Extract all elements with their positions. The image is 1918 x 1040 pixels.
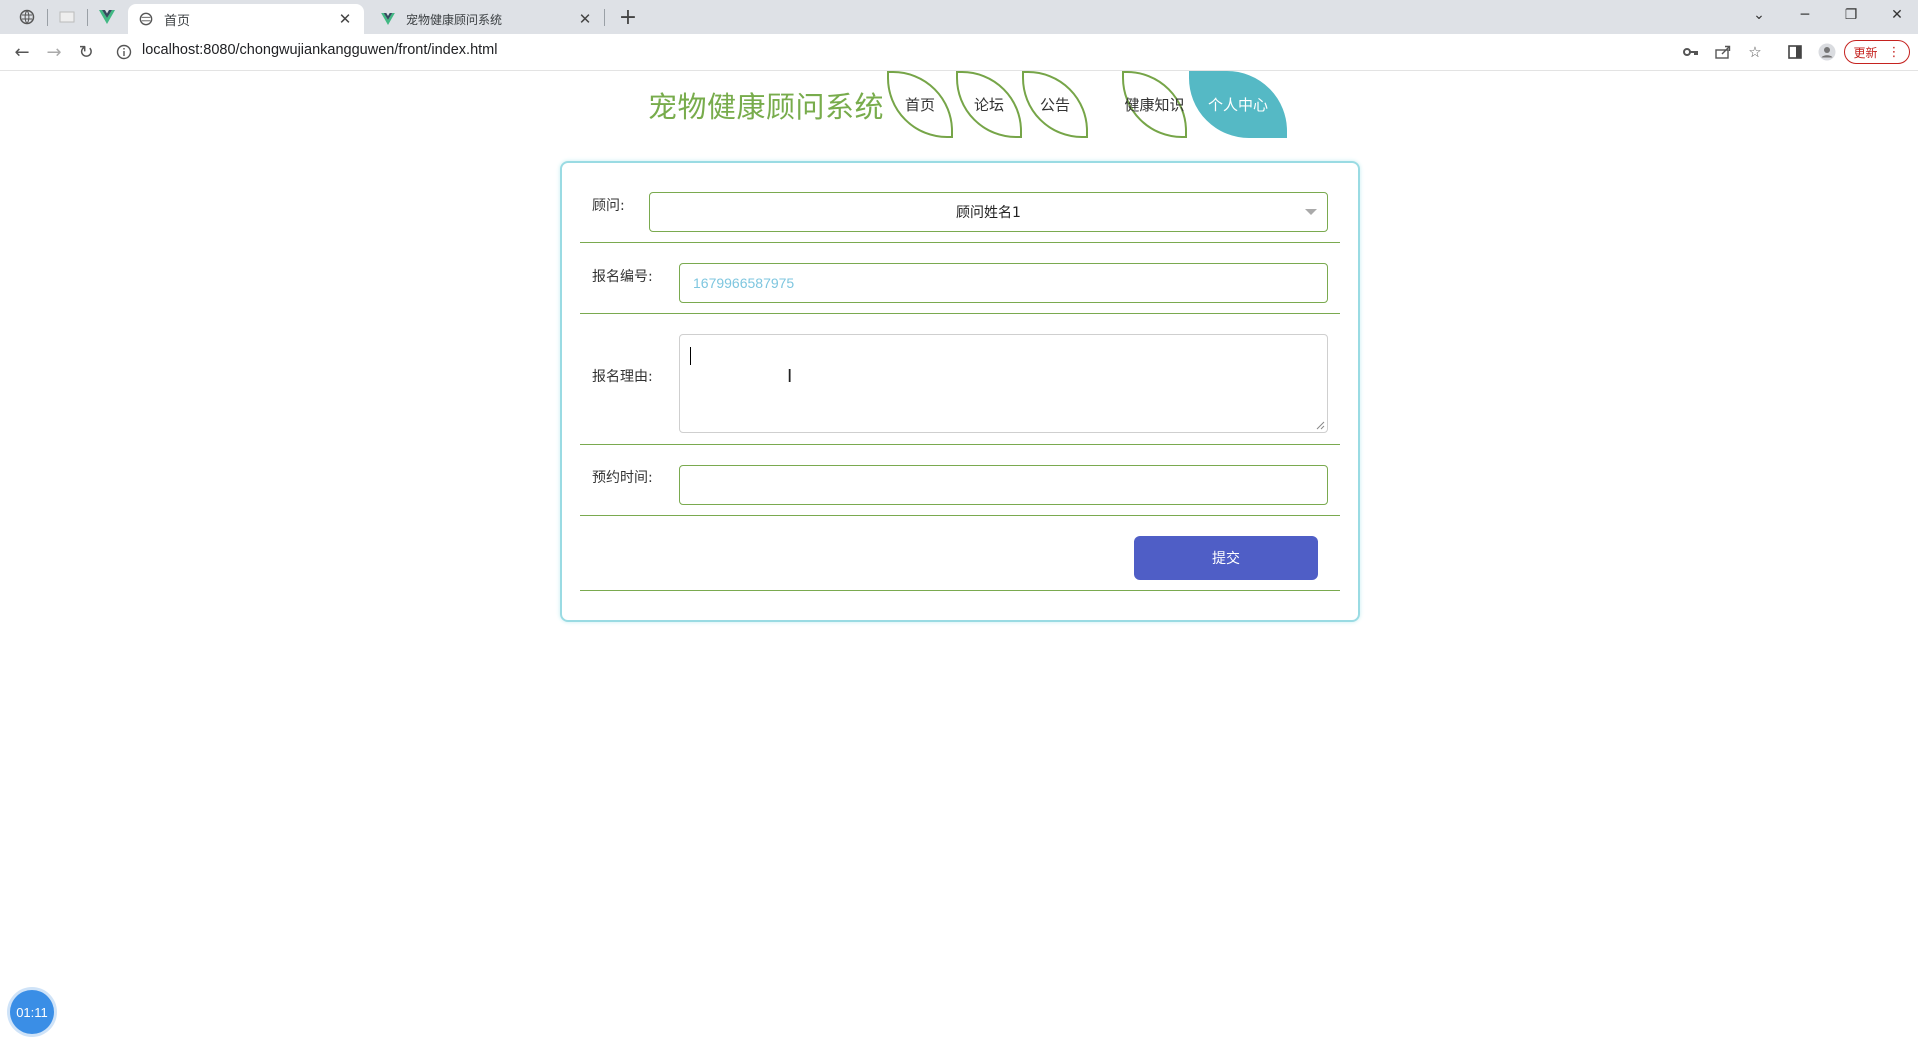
nav-personal-center[interactable]: 个人中心	[1189, 71, 1287, 138]
key-icon[interactable]	[1679, 41, 1703, 63]
more-vert-icon: ⋮	[1887, 44, 1901, 60]
pinned-tab-globe[interactable]	[8, 0, 46, 34]
pinned-tab-vue[interactable]	[88, 0, 126, 34]
nav-announcements[interactable]: 公告	[1022, 71, 1088, 138]
info-icon[interactable]	[116, 44, 132, 60]
registration-number-field[interactable]: 1679966587975	[679, 263, 1328, 303]
back-button[interactable]: ←	[8, 39, 36, 65]
advisor-label: 顾问:	[592, 198, 625, 214]
update-button[interactable]: 更新 ⋮	[1844, 40, 1910, 64]
recording-timer-badge[interactable]: 01:11	[10, 990, 54, 1034]
site-title: 宠物健康顾问系统	[648, 90, 885, 124]
close-icon[interactable]: ✕	[576, 10, 594, 28]
reload-button[interactable]: ↻	[72, 39, 100, 65]
tab-search-icon[interactable]: ⌄	[1736, 0, 1782, 30]
chevron-down-icon	[1305, 209, 1317, 215]
pinned-tab-blank[interactable]	[48, 0, 86, 34]
globe-icon	[19, 9, 35, 25]
browser-toolbar: ← → ↻ localhost:8080/chongwujiankangguwe…	[0, 34, 1918, 71]
restore-button[interactable]: ❐	[1828, 0, 1874, 30]
tab-title: 宠物健康顾问系统	[406, 12, 503, 27]
text-cursor	[690, 347, 691, 365]
row-divider	[580, 242, 1340, 243]
bookmark-star-icon[interactable]: ☆	[1743, 41, 1767, 63]
minimize-button[interactable]: ─	[1782, 0, 1828, 30]
nav-health-knowledge[interactable]: 健康知识	[1122, 71, 1187, 138]
share-icon[interactable]	[1711, 41, 1735, 63]
advisor-select[interactable]: 顾问姓名1	[649, 192, 1328, 232]
reason-label: 报名理由:	[592, 369, 653, 385]
nav-home[interactable]: 首页	[887, 71, 953, 138]
row-divider	[580, 590, 1340, 591]
appointment-time-field[interactable]	[679, 465, 1328, 505]
reason-textarea[interactable]	[679, 334, 1328, 433]
tab-title: 首页	[164, 13, 191, 29]
globe-icon	[138, 11, 154, 27]
resize-handle-icon[interactable]	[1316, 421, 1325, 430]
registration-number-value: 1679966587975	[693, 275, 795, 291]
browser-tab-bar: 首页 ✕ 宠物健康顾问系统 ✕ + ⌄ ─ ❐ ✕	[0, 0, 1918, 34]
window-close-button[interactable]: ✕	[1874, 0, 1918, 30]
close-icon[interactable]: ✕	[336, 10, 354, 28]
vue-logo-icon	[380, 11, 396, 27]
profile-avatar-icon[interactable]	[1815, 41, 1839, 63]
advisor-selected-value: 顾问姓名1	[956, 205, 1021, 221]
registration-number-label: 报名编号:	[592, 269, 653, 285]
ibeam-cursor-icon: I	[787, 366, 793, 387]
appointment-time-label: 预约时间:	[592, 470, 653, 486]
new-tab-button[interactable]: +	[615, 4, 641, 30]
vue-logo-icon	[99, 10, 115, 24]
nav-forum[interactable]: 论坛	[956, 71, 1022, 138]
forward-button[interactable]: →	[40, 39, 68, 65]
tab-pet-health-system[interactable]: 宠物健康顾问系统 ✕	[370, 4, 604, 34]
row-divider	[580, 515, 1340, 516]
update-label: 更新	[1853, 45, 1878, 60]
address-bar[interactable]: localhost:8080/chongwujiankangguwen/fron…	[142, 42, 497, 58]
row-divider	[580, 313, 1340, 314]
side-panel-icon[interactable]	[1783, 41, 1807, 63]
page-icon	[59, 11, 75, 23]
row-divider	[580, 444, 1340, 445]
submit-button[interactable]: 提交	[1134, 536, 1318, 580]
tab-home[interactable]: 首页 ✕	[128, 4, 364, 34]
